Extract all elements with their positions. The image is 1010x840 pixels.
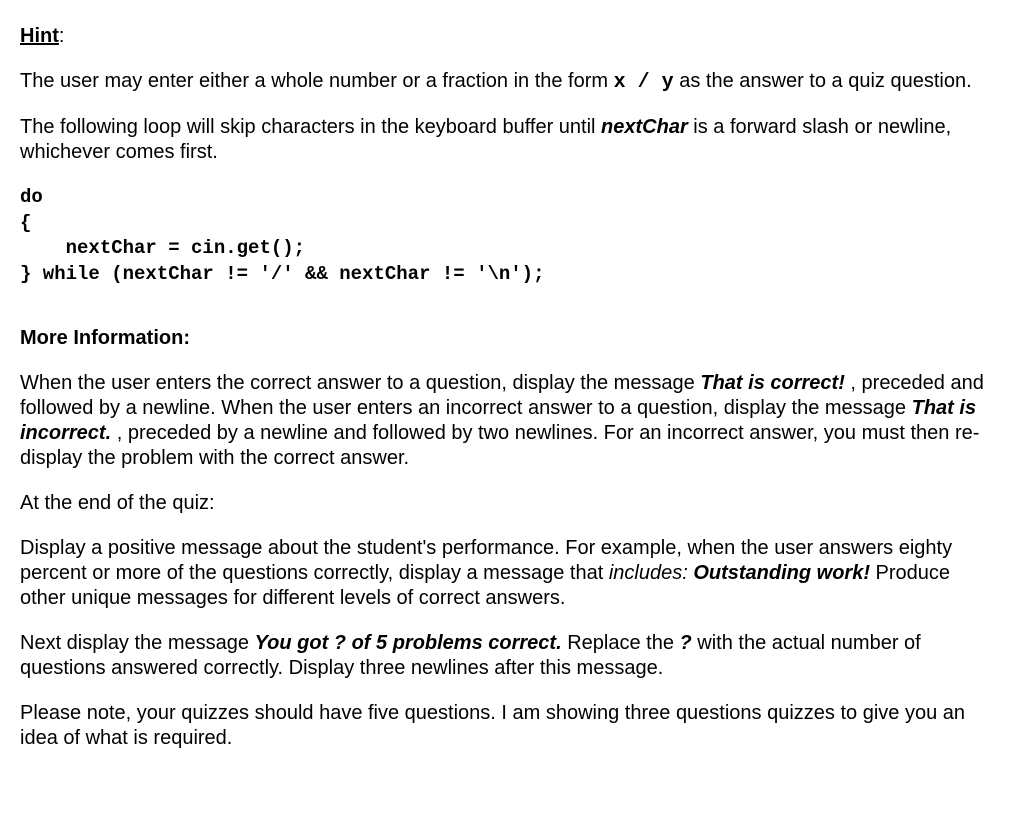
- more-p1-c: , preceded by a newline and followed by …: [20, 422, 979, 469]
- more-p4-b: Replace the: [562, 632, 680, 654]
- more-p1-correct: That is correct!: [700, 372, 844, 394]
- hint-heading: Hint: [20, 25, 59, 47]
- more-p1-a: When the user enters the correct answer …: [20, 372, 700, 394]
- hint-p1-a: The user may enter either a whole number…: [20, 70, 614, 92]
- more-para-1: When the user enters the correct answer …: [20, 371, 990, 471]
- hint-para-1: The user may enter either a whole number…: [20, 69, 990, 95]
- more-para-5: Please note, your quizzes should have fi…: [20, 701, 990, 751]
- more-p4-a: Next display the message: [20, 632, 255, 654]
- hint-p1-y: y: [662, 71, 674, 94]
- more-para-3: Display a positive message about the stu…: [20, 536, 990, 611]
- more-para-2: At the end of the quiz:: [20, 491, 990, 516]
- hint-p2-nextchar: nextChar: [601, 116, 688, 138]
- hint-heading-line: Hint:: [20, 24, 990, 49]
- hint-p1-slash: /: [626, 71, 662, 94]
- more-info-heading: More Information:: [20, 326, 990, 351]
- hint-colon: :: [59, 25, 65, 47]
- hint-p2-a: The following loop will skip characters …: [20, 116, 601, 138]
- hint-p1-b: as the answer to a quiz question.: [674, 70, 972, 92]
- more-info-label: More Information:: [20, 327, 190, 349]
- hint-p1-x: x: [614, 71, 626, 94]
- more-p4-yougot: You got ? of 5 problems correct.: [255, 632, 562, 654]
- more-para-4: Next display the message You got ? of 5 …: [20, 631, 990, 681]
- more-p3-outstanding: Outstanding work!: [693, 562, 870, 584]
- more-p4-q: ?: [680, 632, 692, 654]
- more-p3-includes: includes:: [609, 562, 688, 584]
- code-block: do { nextChar = cin.get(); } while (next…: [20, 185, 990, 288]
- hint-para-2: The following loop will skip characters …: [20, 115, 990, 165]
- document-body: Hint: The user may enter either a whole …: [20, 24, 990, 751]
